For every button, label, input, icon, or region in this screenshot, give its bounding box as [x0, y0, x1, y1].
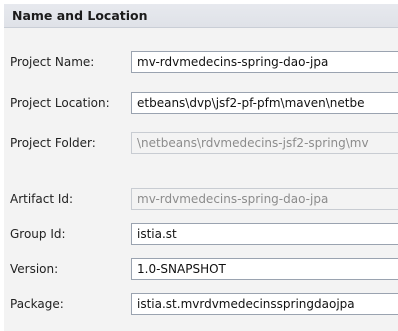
- version-input[interactable]: 1.0-SNAPSHOT: [131, 258, 398, 280]
- project-location-label: Project Location:: [10, 96, 110, 110]
- section-header: Name and Location: [4, 4, 398, 28]
- project-location-input[interactable]: etbeans\dvp\jsf2-pf-pfm\maven\netbe: [131, 92, 398, 114]
- group-id-label: Group Id:: [10, 227, 66, 241]
- version-label: Version:: [10, 262, 59, 276]
- project-folder-input: \netbeans\rdvmedecins-jsf2-spring\mv: [131, 132, 398, 154]
- artifact-id-label: Artifact Id:: [10, 192, 74, 206]
- section-title: Name and Location: [12, 8, 148, 23]
- project-folder-label: Project Folder:: [10, 136, 96, 150]
- package-input[interactable]: istia.st.mvrdvmedecinsspringdaojpa: [131, 293, 398, 315]
- artifact-id-input: mv-rdvmedecins-spring-dao-jpa: [131, 188, 398, 210]
- form-panel: [4, 28, 398, 331]
- group-id-input[interactable]: istia.st: [131, 223, 398, 245]
- project-name-input[interactable]: mv-rdvmedecins-spring-dao-jpa: [131, 51, 398, 73]
- package-label: Package:: [10, 297, 64, 311]
- project-name-label: Project Name:: [10, 55, 95, 69]
